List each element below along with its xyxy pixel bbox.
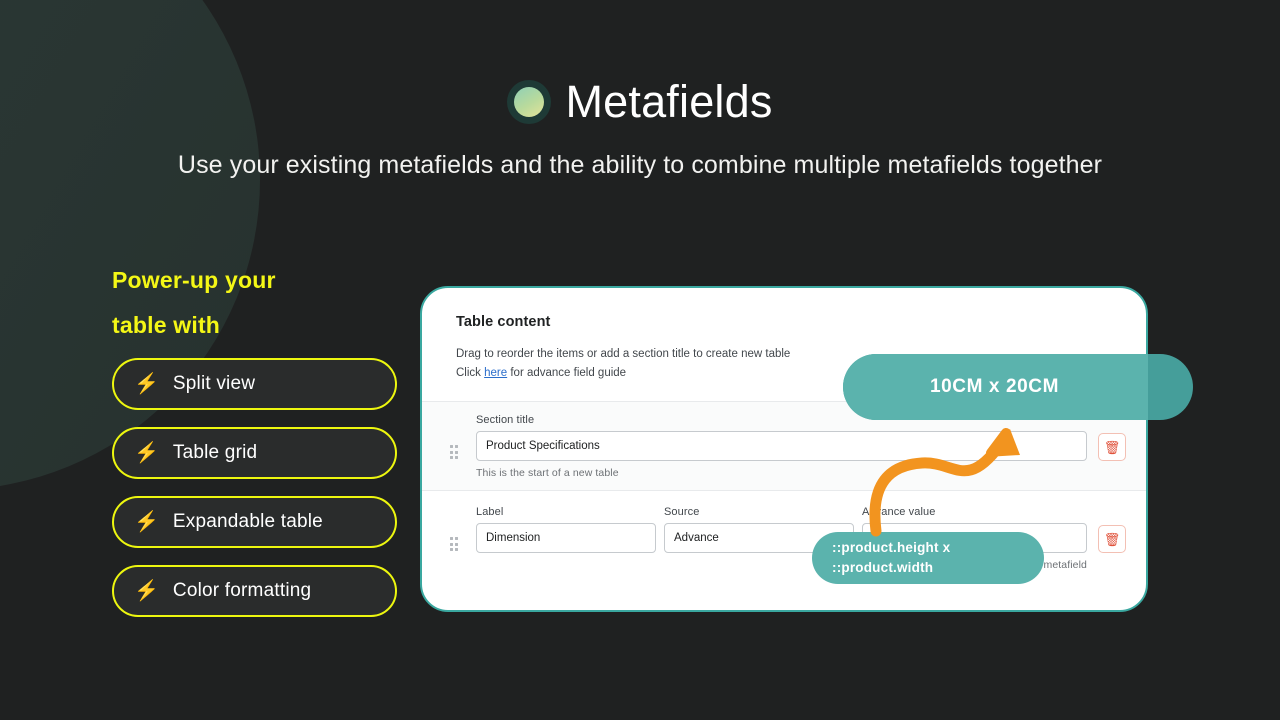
drag-handle-icon[interactable] [450, 537, 464, 552]
feature-pill-table-grid[interactable]: ⚡ Table grid [112, 426, 397, 479]
features-panel: Power-up your table with ⚡ Split view ⚡ … [112, 258, 412, 634]
logo-inner-circle [514, 86, 545, 117]
page-title: Metafields [565, 76, 773, 127]
advance-value-callout-line-1: ::product.height x [832, 540, 951, 555]
feature-pill-color-formatting[interactable]: ⚡ Color formatting [112, 564, 397, 617]
feature-label: Expandable table [172, 510, 323, 532]
advance-field-guide-link[interactable]: here [484, 367, 507, 379]
trash-icon: 🗑 [1103, 531, 1121, 547]
lightning-bolt-icon: ⚡ [134, 510, 159, 533]
card-title: Table content [456, 314, 551, 330]
label-field-label: Label [476, 506, 504, 519]
advance-value-callout-line-2: ::product.width [832, 560, 934, 576]
feature-label: Table grid [172, 441, 258, 463]
card-desc-prefix: Click [456, 366, 485, 379]
section-fields: Section title Product Specifications Thi… [476, 414, 1087, 479]
feature-label: Split view [172, 372, 256, 394]
advance-value-label: Advance value [862, 506, 936, 519]
page-subtitle: Use your existing metafields and the abi… [177, 151, 1103, 179]
lightning-bolt-icon: ⚡ [134, 441, 159, 464]
feature-pill-split-view[interactable]: ⚡ Split view [112, 357, 397, 410]
features-heading: Power-up your table with [112, 267, 276, 338]
feature-label: Color formatting [172, 579, 312, 601]
delete-item-button[interactable]: 🗑 [1098, 525, 1126, 554]
metafields-circle-logo-icon [507, 79, 552, 124]
brand: Metafields [0, 0, 1280, 124]
section-title-help: This is the start of a new table [476, 467, 619, 480]
dimension-result-badge: 10CM x 20CM [843, 354, 1148, 420]
section-title-input[interactable]: Product Specifications [476, 431, 1087, 462]
delete-section-button[interactable]: 🗑 [1098, 433, 1126, 462]
label-field-input[interactable]: Dimension [476, 523, 656, 554]
feature-pill-expandable-table[interactable]: ⚡ Expandable table [112, 495, 397, 548]
card-desc-suffix: for advance field guide [507, 366, 627, 379]
drag-handle-icon[interactable] [450, 445, 464, 460]
header: Metafields Use your existing metafields … [0, 0, 1280, 184]
dimension-result-text: 10CM x 20CM [929, 376, 1060, 397]
lightning-bolt-icon: ⚡ [134, 372, 159, 395]
advance-value-callout: ::product.height x ::product.width [812, 532, 1044, 584]
lightning-bolt-icon: ⚡ [134, 579, 159, 602]
source-field-label: Source [664, 506, 700, 519]
trash-icon: 🗑 [1103, 439, 1121, 455]
